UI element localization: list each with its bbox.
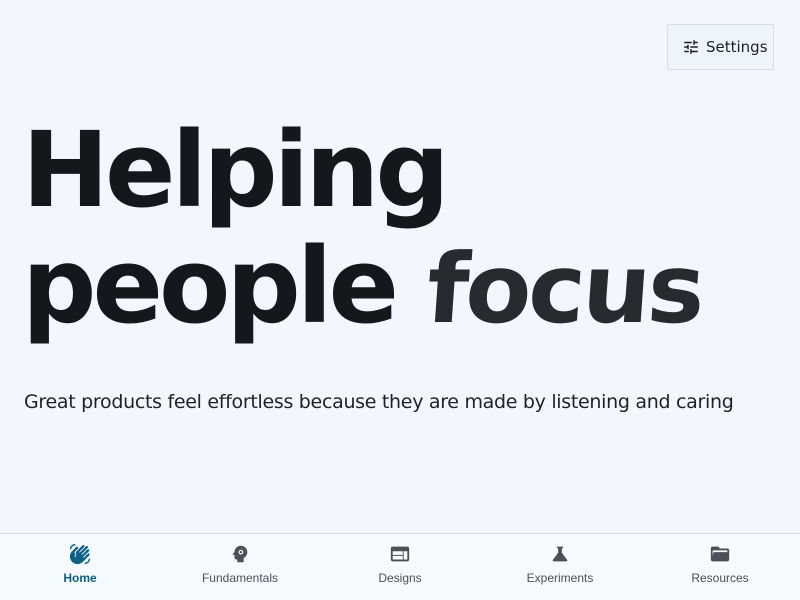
psychology-icon	[229, 543, 251, 565]
nav-item-home[interactable]: Home	[0, 534, 160, 600]
folder-open-icon	[709, 543, 731, 565]
nav-label-resources: Resources	[691, 571, 749, 585]
hero-title-line-2: people focus	[22, 225, 706, 347]
settings-label: Settings	[706, 38, 768, 56]
nav-label-experiments: Experiments	[526, 571, 594, 585]
hero-title-word-people: people	[22, 225, 399, 347]
waving-hand-icon	[69, 543, 91, 565]
science-flask-icon	[549, 543, 571, 565]
bottom-navigation-bar: Home Fundamentals Designs Experiments Re…	[0, 533, 800, 600]
nav-label-home: Home	[63, 571, 97, 585]
nav-item-fundamentals[interactable]: Fundamentals	[160, 534, 320, 600]
hero-title-word-focus: focus	[423, 233, 707, 345]
tune-icon	[682, 38, 700, 56]
home-page: Settings Helping people focus Great prod…	[0, 0, 800, 600]
nav-item-experiments[interactable]: Experiments	[480, 534, 640, 600]
nav-item-designs[interactable]: Designs	[320, 534, 480, 600]
nav-label-designs: Designs	[378, 571, 422, 585]
hero-title-line-1: Helping	[22, 109, 450, 231]
hero-subtitle: Great products feel effortless because t…	[24, 391, 734, 413]
web-layout-icon	[389, 543, 411, 565]
nav-item-resources[interactable]: Resources	[640, 534, 800, 600]
nav-label-fundamentals: Fundamentals	[201, 571, 279, 585]
hero-title: Helping people focus	[22, 109, 706, 347]
settings-button[interactable]: Settings	[667, 24, 774, 70]
